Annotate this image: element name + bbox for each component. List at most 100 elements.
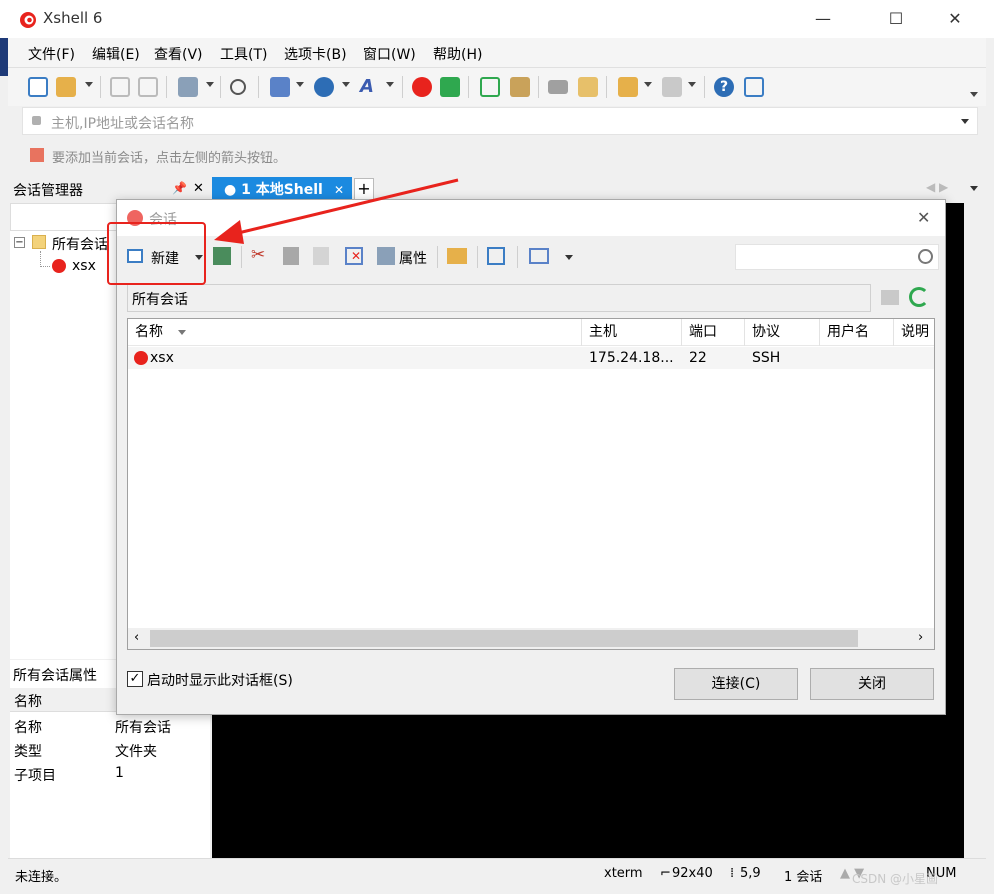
font-icon[interactable]: A [360, 77, 380, 97]
menu-file[interactable]: 文件(F) [28, 44, 75, 64]
window-layout-icon[interactable] [662, 77, 682, 97]
xshell-window: Xshell 6 — ☐ ✕ 文件(F) 编辑(E) 查看(V) 工具(T) 选… [0, 0, 994, 894]
refresh-icon[interactable] [909, 287, 929, 307]
chevron-down-icon[interactable] [206, 82, 214, 87]
session-manager-title: 会话管理器 [13, 183, 83, 199]
minimize-button[interactable]: — [800, 0, 846, 38]
toolbar-separator [517, 246, 518, 268]
chevron-down-icon[interactable] [296, 82, 304, 87]
title-bar: Xshell 6 — ☐ ✕ [0, 0, 994, 38]
fullscreen-icon[interactable] [480, 77, 500, 97]
close-window-button[interactable]: ✕ [932, 0, 978, 38]
session-dialog: 会话 ✕ 新建 ✂ ✕ 属性 所有会话 名称 主机 端口 协议 用户名 说明 x… [116, 199, 946, 715]
toolbar-separator [704, 76, 705, 98]
chevron-down-icon[interactable] [961, 119, 969, 124]
maximize-button[interactable]: ☐ [873, 0, 919, 38]
column-header-host[interactable]: 主机 [582, 319, 682, 346]
help-icon[interactable]: ? [714, 77, 734, 97]
dialog-close-icon[interactable]: ✕ [917, 208, 930, 227]
column-header-name[interactable]: 名称 [128, 319, 582, 346]
new-session-icon[interactable] [28, 77, 48, 97]
pos-icon: ⁞ [730, 866, 735, 881]
toolbar-separator [100, 76, 101, 98]
tree-collapse-icon[interactable]: − [14, 237, 25, 248]
scroll-thumb[interactable] [150, 630, 858, 647]
tree-line [40, 251, 41, 267]
tree-session-label[interactable]: xsx [72, 258, 96, 274]
menu-tools[interactable]: 工具(T) [220, 44, 267, 64]
list-header: 名称 主机 端口 协议 用户名 说明 [128, 319, 934, 346]
new-folder-icon[interactable] [618, 77, 638, 97]
pin-icon[interactable]: 📌 [172, 181, 187, 195]
tree-line [40, 266, 50, 267]
link-icon[interactable] [110, 77, 130, 97]
chat-icon[interactable] [744, 77, 764, 97]
highlight-pen-icon[interactable] [578, 77, 598, 97]
row-host: 175.24.18... [589, 350, 674, 366]
search-icon [918, 249, 933, 264]
session-list: 名称 主机 端口 协议 用户名 说明 xsx 175.24.18... 22 S… [127, 318, 935, 650]
tab-scroll-icon[interactable]: ◀ ▶ [926, 180, 948, 194]
menu-view[interactable]: 查看(V) [154, 44, 203, 64]
connect-button[interactable]: 连接(C) [674, 668, 798, 700]
scroll-left-icon[interactable]: ‹ [134, 630, 139, 645]
toolbar-separator [402, 76, 403, 98]
row-user [820, 347, 827, 369]
lock-icon [32, 116, 41, 125]
folder-up-icon[interactable] [881, 290, 899, 305]
terminal-scrollbar[interactable] [964, 203, 986, 858]
highlight-box [107, 222, 206, 285]
dialog-search-input[interactable] [735, 244, 939, 270]
chevron-down-icon[interactable] [970, 186, 978, 191]
address-bar[interactable]: 主机,IP地址或会话名称 [22, 107, 978, 135]
xshell-icon[interactable] [412, 77, 432, 97]
window-title: Xshell 6 [43, 9, 103, 27]
startup-checkbox-label[interactable]: 启动时显示此对话框(S) [147, 670, 293, 690]
toolbar-separator [477, 246, 478, 268]
properties-gear-icon[interactable] [178, 77, 198, 97]
session-icon [52, 259, 66, 273]
size-icon: ⌐ [660, 866, 671, 881]
column-header-user[interactable]: 用户名 [820, 319, 894, 346]
chevron-down-icon[interactable] [644, 82, 652, 87]
scroll-right-icon[interactable]: › [918, 630, 923, 645]
background-edge [0, 38, 8, 76]
tree-root-label[interactable]: 所有会话 [52, 234, 108, 254]
address-placeholder: 主机,IP地址或会话名称 [51, 116, 195, 132]
table-row[interactable]: xsx 175.24.18... 22 SSH [128, 347, 934, 369]
open-folder-icon[interactable] [56, 77, 76, 97]
bookmark-icon[interactable] [30, 148, 44, 162]
view-list-icon[interactable] [529, 248, 549, 264]
row-name: xsx [150, 350, 174, 366]
toolbar-separator [258, 76, 259, 98]
unlink-icon[interactable] [138, 77, 158, 97]
prop-value: 所有会话 [115, 720, 171, 736]
startup-checkbox[interactable]: ✓ [127, 671, 143, 687]
chevron-down-icon[interactable] [688, 82, 696, 87]
prop-key: 子项目 [14, 768, 56, 784]
menu-edit[interactable]: 编辑(E) [92, 44, 140, 64]
lock-icon[interactable] [510, 77, 530, 97]
keyboard-icon[interactable] [548, 80, 568, 94]
xftp-icon[interactable] [440, 77, 460, 97]
chevron-down-icon[interactable] [342, 82, 350, 87]
xshell-logo-icon [18, 9, 38, 29]
column-header-desc[interactable]: 说明 [894, 319, 934, 346]
layout-icon[interactable] [270, 77, 290, 97]
globe-icon[interactable] [314, 77, 334, 97]
chevron-down-icon[interactable] [85, 82, 93, 87]
search-icon[interactable] [230, 79, 246, 95]
row-desc [894, 347, 901, 369]
menu-window[interactable]: 窗口(W) [363, 44, 416, 64]
close-button[interactable]: 关闭 [810, 668, 934, 700]
column-header-protocol[interactable]: 协议 [745, 319, 820, 346]
shortcut-icon[interactable] [487, 247, 505, 265]
horizontal-scrollbar[interactable]: ‹ › [128, 628, 934, 649]
chevron-down-icon[interactable] [565, 255, 573, 260]
chevron-down-icon[interactable] [386, 82, 394, 87]
column-header-port[interactable]: 端口 [682, 319, 745, 346]
chevron-down-icon[interactable] [970, 92, 978, 97]
menu-help[interactable]: 帮助(H) [433, 44, 482, 64]
toolbar-separator [220, 76, 221, 98]
menu-tabs[interactable]: 选项卡(B) [284, 44, 347, 64]
